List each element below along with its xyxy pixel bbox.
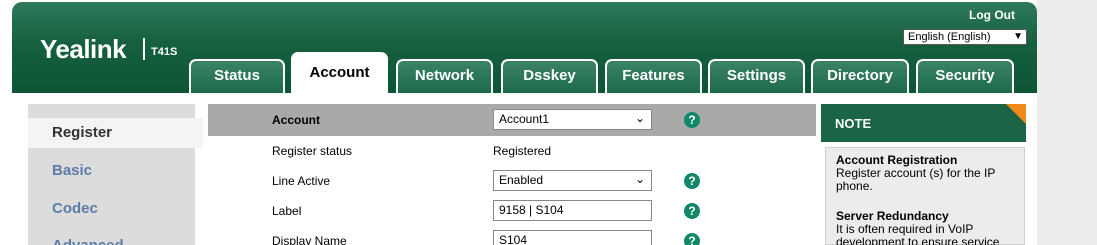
tab-status[interactable]: Status: [189, 59, 285, 93]
account-select[interactable]: Account1 ⌄: [493, 109, 652, 130]
logout-link[interactable]: Log Out: [969, 8, 1015, 22]
chevron-down-icon: ▼: [1013, 31, 1023, 42]
sidebar-item-codec[interactable]: Codec: [52, 200, 98, 217]
note-heading-server-redundancy: Server Redundancy: [836, 209, 949, 223]
help-icon[interactable]: ?: [684, 112, 700, 128]
language-value: English (English): [908, 31, 991, 43]
note-title: NOTE: [835, 116, 872, 131]
tab-features[interactable]: Features: [605, 59, 702, 93]
note-body: Account Registration Register account (s…: [825, 147, 1025, 245]
note-corner-decoration: [1006, 104, 1026, 124]
display-name-label: Display Name: [272, 234, 347, 245]
register-status-label: Register status: [272, 144, 353, 158]
logo-divider: [143, 38, 145, 60]
display-name-value: S104: [499, 233, 528, 245]
label-input[interactable]: 9158 | S104: [493, 200, 652, 221]
display-name-input[interactable]: S104: [493, 230, 652, 245]
sidebar-item-basic[interactable]: Basic: [52, 162, 92, 179]
register-status-value: Registered: [493, 144, 552, 158]
label-input-value: 9158 | S104: [499, 203, 564, 217]
help-icon[interactable]: ?: [684, 203, 700, 219]
line-active-value: Enabled: [499, 173, 544, 187]
tab-network[interactable]: Network: [396, 59, 493, 93]
sidebar-item-advanced[interactable]: Advanced: [52, 237, 124, 245]
chevron-down-icon: ⌄: [634, 172, 645, 186]
label-field-label: Label: [272, 204, 302, 218]
note-heading-account-registration: Account Registration: [836, 153, 958, 167]
tab-security[interactable]: Security: [916, 59, 1014, 93]
note-text-account-registration: Register account (s) for the IP phone.: [836, 166, 996, 193]
line-active-select[interactable]: Enabled ⌄: [493, 170, 652, 191]
note-text-server-redundancy: It is often required in VoIP development…: [836, 222, 1000, 245]
language-select[interactable]: English (English) ▼: [903, 29, 1027, 45]
tab-account[interactable]: Account: [291, 52, 388, 93]
chevron-down-icon: ⌄: [634, 111, 645, 125]
help-icon[interactable]: ?: [684, 233, 700, 245]
help-icon[interactable]: ?: [684, 173, 700, 189]
tab-directory[interactable]: Directory: [811, 59, 909, 93]
model-name: T41S: [151, 46, 178, 58]
account-select-value: Account1: [499, 112, 550, 126]
line-active-label: Line Active: [272, 174, 331, 188]
sidebar-item-register[interactable]: Register: [52, 124, 112, 141]
page-background: [1037, 0, 1097, 245]
note-header: NOTE: [821, 104, 1026, 142]
yealink-logo: Yealink: [40, 34, 127, 64]
tab-dsskey[interactable]: Dsskey: [501, 59, 598, 93]
account-label: Account: [272, 113, 320, 127]
tab-settings[interactable]: Settings: [708, 59, 805, 93]
